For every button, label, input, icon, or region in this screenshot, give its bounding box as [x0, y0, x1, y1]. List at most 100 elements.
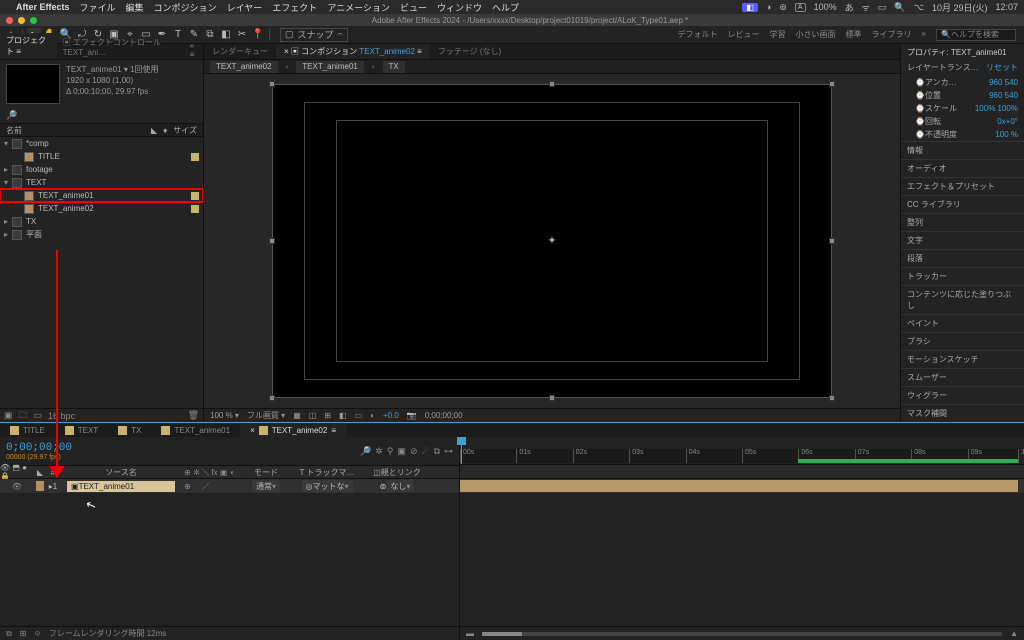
- menubar-date[interactable]: 10月 29日(火): [932, 1, 988, 14]
- tl-fx-icon[interactable]: ⊘: [410, 446, 418, 457]
- time-ruler[interactable]: 00s 01s 02s 03s 04s 05s 06s 07s 08s 09s …: [460, 437, 1024, 465]
- menubar-time[interactable]: 12:07: [995, 2, 1018, 12]
- flow-chip-1[interactable]: TEXT_anime01: [296, 61, 364, 73]
- panel-info[interactable]: 情報: [901, 141, 1024, 159]
- input-mode-jp[interactable]: あ: [845, 1, 854, 14]
- snapshot-icon[interactable]: 📷: [407, 411, 417, 420]
- workspace-more-icon[interactable]: »: [922, 29, 926, 41]
- tl-tab-anime01[interactable]: TEXT_anime01: [151, 424, 240, 437]
- minimize-icon[interactable]: [18, 17, 25, 24]
- project-item-text-anime01[interactable]: TEXT_anime01: [0, 189, 203, 202]
- tl-toggle-modes-icon[interactable]: ⊞: [20, 629, 27, 638]
- tl-tab-tx[interactable]: TX: [108, 424, 151, 437]
- roto-tool-icon[interactable]: ✂: [235, 28, 249, 42]
- tl-search-icon[interactable]: 🔎: [360, 446, 371, 457]
- menu-file[interactable]: ファイル: [80, 1, 116, 14]
- tab-render-queue[interactable]: レンダーキュー: [204, 44, 276, 59]
- menu-edit[interactable]: 編集: [126, 1, 144, 14]
- snap-toggle[interactable]: ▢ スナップ 𝄐: [280, 28, 348, 42]
- anchor-icon[interactable]: ✦: [546, 235, 558, 247]
- zoom-dropdown[interactable]: 100 % ▾: [210, 411, 239, 420]
- panel-align[interactable]: 整列: [901, 213, 1024, 231]
- workspace-default[interactable]: デフォルト: [678, 29, 718, 41]
- panel-motion[interactable]: モーションスケッチ: [901, 350, 1024, 368]
- panel-menu-icon[interactable]: » ≡: [186, 41, 203, 59]
- menu-anim[interactable]: アニメーション: [327, 1, 390, 14]
- panel-char[interactable]: 文字: [901, 231, 1024, 249]
- cc-icon[interactable]: ⊚: [779, 2, 787, 13]
- zoom-icon[interactable]: [30, 17, 37, 24]
- matte-dropdown[interactable]: ◎ マットな: [302, 480, 353, 492]
- tab-effect-controls[interactable]: ▣ エフェクトコントロール TEXT_ani…: [57, 35, 186, 59]
- workspace-learn[interactable]: 学習: [770, 29, 786, 41]
- interpret-icon[interactable]: ▣: [4, 410, 13, 421]
- tl-graph-icon[interactable]: ⧉: [434, 446, 440, 457]
- col-source[interactable]: ソース名: [60, 466, 180, 478]
- close-icon[interactable]: [6, 17, 13, 24]
- tab-footage[interactable]: フッテージ (なし): [430, 44, 509, 59]
- new-comp-icon[interactable]: ▭: [34, 410, 43, 421]
- color-mgmt-icon[interactable]: ◐: [370, 411, 375, 420]
- panel-effects[interactable]: エフェクト＆プリセット: [901, 177, 1024, 195]
- status-pill-icon[interactable]: ◧: [742, 3, 758, 12]
- bpc-toggle[interactable]: 16 bpc: [48, 411, 75, 421]
- work-area[interactable]: [798, 459, 1018, 463]
- tl-tab-title[interactable]: TITLE: [0, 424, 55, 437]
- panel-wiggler[interactable]: ウィグラー: [901, 386, 1024, 404]
- panel-contentfill[interactable]: コンテンツに応じた塗りつぶし: [901, 285, 1024, 314]
- exposure[interactable]: +0.0: [383, 411, 399, 420]
- workspace-review[interactable]: レビュー: [728, 29, 760, 41]
- input-mode-a[interactable]: A: [795, 3, 806, 12]
- workspace-standard[interactable]: 標準: [846, 29, 862, 41]
- zoom-out-icon[interactable]: ▬: [466, 629, 474, 638]
- control-center-icon[interactable]: ⌥: [914, 2, 924, 13]
- comp-viewer[interactable]: ✦: [204, 74, 900, 408]
- clone-tool-icon[interactable]: ⧉: [203, 28, 217, 42]
- region-icon[interactable]: ▭: [355, 411, 363, 420]
- layer-bar-1[interactable]: [460, 479, 1024, 493]
- new-folder-icon[interactable]: 🗀: [19, 408, 28, 424]
- guides-icon[interactable]: ⊞: [324, 411, 331, 420]
- timeline-zoom-slider[interactable]: [482, 632, 1002, 636]
- zoom-in-icon[interactable]: ▲: [1010, 629, 1018, 638]
- panel-cclib[interactable]: CC ライブラリ: [901, 195, 1024, 213]
- col-mode[interactable]: モード: [240, 466, 292, 478]
- parent-dropdown[interactable]: なし: [386, 480, 414, 492]
- tl-draft-icon[interactable]: ▣: [397, 446, 406, 457]
- tl-mb-icon[interactable]: ☄: [421, 446, 429, 457]
- tl-link-icon[interactable]: ⊶: [444, 446, 453, 457]
- mode-dropdown[interactable]: 通常: [252, 480, 280, 492]
- workspace-small[interactable]: 小さい画面: [796, 29, 836, 41]
- type-icon[interactable]: ♦: [163, 126, 167, 135]
- wifi-icon[interactable]: ᯤ: [862, 1, 870, 14]
- panel-paint[interactable]: ペイント: [901, 314, 1024, 332]
- channel-icon[interactable]: ◧: [339, 411, 347, 420]
- app-name[interactable]: After Effects: [16, 2, 70, 12]
- panel-para[interactable]: 段落: [901, 249, 1024, 267]
- menu-layer[interactable]: レイヤー: [227, 1, 263, 14]
- panel-mask[interactable]: マスク補間: [901, 404, 1024, 422]
- tl-sun-icon[interactable]: ✲: [375, 446, 383, 457]
- tab-composition[interactable]: × ▣ コンポジション TEXT_anime02 ≡: [276, 44, 430, 59]
- flow-chip-0[interactable]: TEXT_anime02: [210, 61, 278, 73]
- layer-name[interactable]: ▣ TEXT_anime01: [67, 481, 175, 492]
- trash-icon[interactable]: 🗑: [188, 410, 199, 421]
- col-name[interactable]: 名前: [6, 125, 22, 136]
- comp-thumbnail[interactable]: [6, 64, 60, 104]
- tl-tab-anime02[interactable]: × TEXT_anime02 ≡: [240, 424, 346, 437]
- cloud-icon[interactable]: ◑: [766, 2, 771, 12]
- menu-help[interactable]: ヘルプ: [492, 1, 519, 14]
- transparency-grid-icon[interactable]: ▦: [293, 411, 301, 420]
- project-tree[interactable]: ▾*comp TITLE ▸footage ▾TEXT TEXT_anime01…: [0, 137, 203, 408]
- props-reset[interactable]: リセット: [986, 62, 1018, 73]
- tl-toggle-in-out-icon[interactable]: ⟐: [34, 629, 40, 639]
- panel-smoother[interactable]: スムーザー: [901, 368, 1024, 386]
- menu-effect[interactable]: エフェクト: [272, 1, 317, 14]
- label-icon[interactable]: ◣: [151, 126, 157, 135]
- col-size[interactable]: サイズ: [173, 125, 197, 136]
- brush-tool-icon[interactable]: ✎: [187, 28, 201, 42]
- panel-brush[interactable]: ブラシ: [901, 332, 1024, 350]
- panel-tracker[interactable]: トラッカー: [901, 267, 1024, 285]
- help-search[interactable]: 🔍 ヘルプを検索: [936, 29, 1016, 41]
- menu-window[interactable]: ウィンドウ: [437, 1, 482, 14]
